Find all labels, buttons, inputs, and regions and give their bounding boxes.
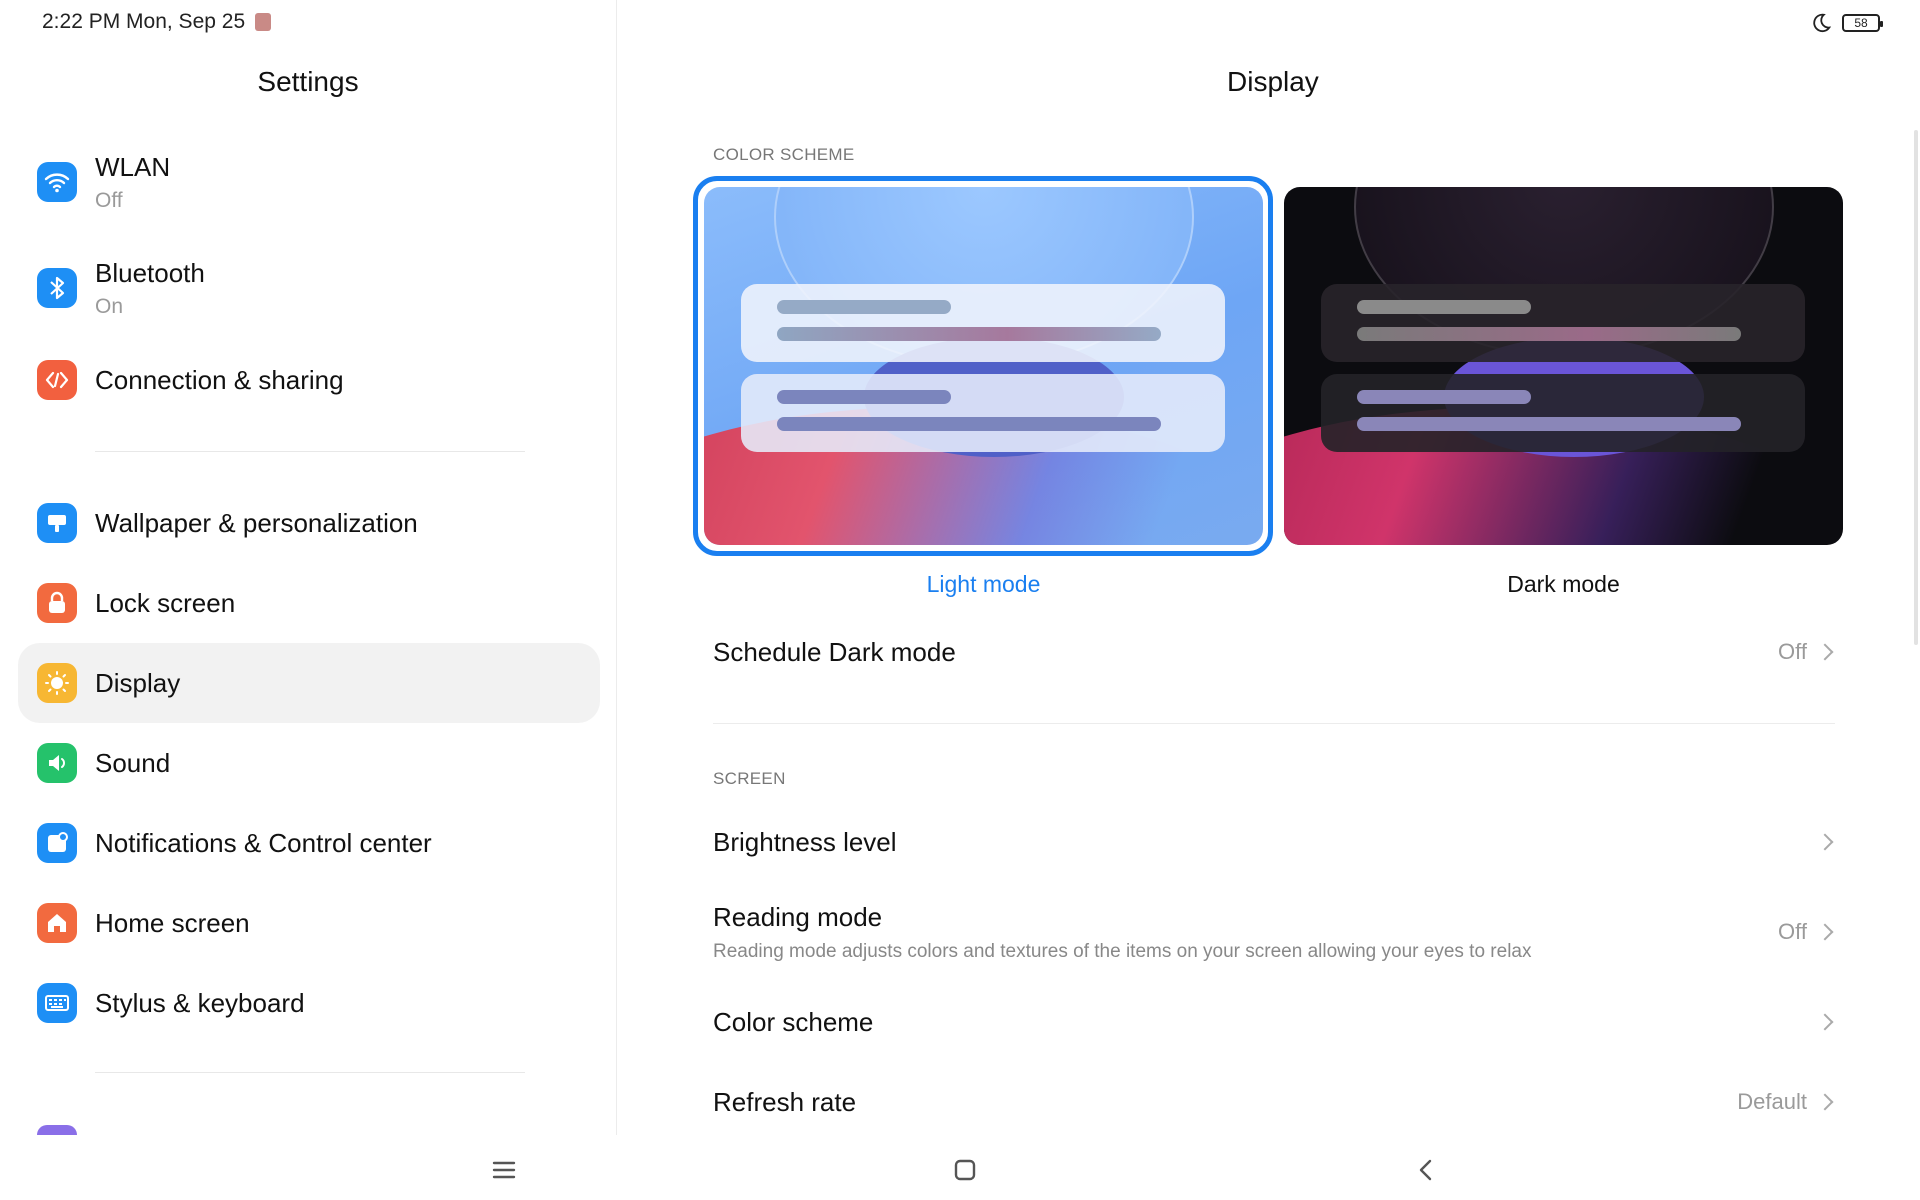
preview-line bbox=[1357, 300, 1531, 314]
nav-menu-button[interactable] bbox=[489, 1155, 519, 1185]
reading-mode-description: Reading mode adjusts colors and textures… bbox=[713, 940, 1532, 962]
sidebar-item-bluetooth[interactable]: Bluetooth On bbox=[18, 248, 600, 328]
home-square-icon bbox=[954, 1159, 976, 1181]
reading-mode-row[interactable]: Reading mode Reading mode adjusts colors… bbox=[713, 900, 1835, 964]
sidebar-item-text: Bluetooth On bbox=[95, 258, 205, 319]
nav-back-button[interactable] bbox=[1411, 1155, 1441, 1185]
connection-icon bbox=[37, 360, 77, 400]
section-label-color-scheme: COLOR SCHEME bbox=[713, 145, 855, 164]
section-divider bbox=[713, 723, 1835, 724]
wallpaper-icon bbox=[37, 503, 77, 543]
sidebar-item-label: Home screen bbox=[95, 907, 250, 938]
brightness-level-row[interactable]: Brightness level bbox=[713, 822, 1835, 862]
preview-line bbox=[1357, 327, 1741, 341]
color-scheme-title: Color scheme bbox=[713, 1006, 874, 1037]
refresh-rate-row[interactable]: Refresh rate Default bbox=[713, 1082, 1835, 1122]
sidebar-item-text: Notifications & Control center bbox=[95, 828, 432, 859]
chevron-right-icon bbox=[1816, 1093, 1834, 1111]
sidebar-item-text: WLAN Off bbox=[95, 152, 170, 213]
sidebar-item-sublabel: On bbox=[95, 294, 124, 318]
sidebar-item-text: Sound bbox=[95, 748, 170, 779]
sidebar-item-stylus-keyboard[interactable]: Stylus & keyboard bbox=[18, 963, 600, 1043]
reading-mode-value: Off bbox=[1778, 919, 1807, 944]
sidebar-item-label: Notifications & Control center bbox=[95, 827, 432, 858]
sidebar-item-lock-screen[interactable]: Lock screen bbox=[18, 563, 600, 643]
back-chevron-icon bbox=[1419, 1159, 1432, 1181]
settings-sidebar: Settings WLAN Off Bluetooth On Connectio… bbox=[0, 0, 617, 1135]
sidebar-item-home-screen[interactable]: Home screen bbox=[18, 883, 600, 963]
chevron-right-icon bbox=[1816, 1013, 1834, 1031]
sidebar-divider bbox=[95, 1072, 525, 1073]
notifications-icon bbox=[37, 823, 77, 863]
sidebar-item-text: Display bbox=[95, 668, 180, 699]
refresh-rate-title: Refresh rate bbox=[713, 1086, 857, 1117]
speaker-icon bbox=[37, 743, 77, 783]
preview-card-bottom bbox=[1321, 374, 1805, 452]
sidebar-item-text: Connection & sharing bbox=[95, 365, 344, 396]
sidebar-item-text: Stylus & keyboard bbox=[95, 988, 305, 1019]
sidebar-item-label: Stylus & keyboard bbox=[95, 987, 305, 1018]
schedule-dark-mode-title: Schedule Dark mode bbox=[713, 636, 956, 667]
status-bar-right: 58 bbox=[1810, 12, 1883, 34]
schedule-dark-mode-row[interactable]: Schedule Dark mode Off bbox=[713, 632, 1835, 672]
light-mode-selection-ring bbox=[693, 176, 1273, 556]
sun-icon bbox=[37, 663, 77, 703]
battery-level: 58 bbox=[1854, 16, 1868, 30]
row-value-group bbox=[1816, 833, 1835, 851]
row-value-group: Off bbox=[1778, 919, 1835, 945]
dark-mode-label[interactable]: Dark mode bbox=[1284, 571, 1843, 598]
sidebar-item-wlan[interactable]: WLAN Off bbox=[18, 142, 600, 222]
row-value-group: Off bbox=[1778, 639, 1835, 665]
chevron-right-icon bbox=[1816, 643, 1834, 661]
sidebar-item-sound[interactable]: Sound bbox=[18, 723, 600, 803]
sidebar-item-wallpaper[interactable]: Wallpaper & personalization bbox=[18, 483, 600, 563]
sidebar-item-connection-sharing[interactable]: Connection & sharing bbox=[18, 340, 600, 420]
bluetooth-icon bbox=[37, 268, 77, 308]
sidebar-item-label: Connection & sharing bbox=[95, 364, 344, 395]
sidebar-item-text: Lock screen bbox=[95, 588, 235, 619]
reading-mode-title: Reading mode bbox=[713, 901, 883, 932]
row-value-group: Default bbox=[1737, 1089, 1835, 1115]
do-not-disturb-moon-icon bbox=[1813, 13, 1832, 33]
color-scheme-row[interactable]: Color scheme bbox=[713, 1002, 1835, 1042]
wifi-icon bbox=[37, 162, 77, 202]
refresh-rate-value: Default bbox=[1737, 1089, 1807, 1114]
sidebar-item-label: Lock screen bbox=[95, 587, 236, 618]
section-label-screen: SCREEN bbox=[713, 769, 786, 788]
light-mode-label[interactable]: Light mode bbox=[704, 571, 1263, 598]
menu-icon bbox=[492, 1161, 516, 1179]
sidebar-item-text: Wallpaper & personalization bbox=[95, 508, 418, 539]
scrollbar[interactable] bbox=[1914, 130, 1918, 645]
row-value-group bbox=[1816, 1013, 1835, 1031]
dark-mode-preview[interactable] bbox=[1284, 187, 1843, 545]
partially-visible-icon[interactable] bbox=[37, 1125, 77, 1135]
sidebar-item-text: Home screen bbox=[95, 908, 250, 939]
sidebar-item-label: Bluetooth bbox=[95, 257, 205, 288]
sidebar-item-label: Display bbox=[95, 667, 181, 698]
page-title: Display bbox=[1227, 66, 1319, 97]
home-icon bbox=[37, 903, 77, 943]
nav-home-button[interactable] bbox=[950, 1155, 980, 1185]
sidebar-item-label: Wallpaper & personalization bbox=[95, 507, 418, 538]
sidebar-divider bbox=[95, 451, 525, 452]
preview-card-top bbox=[1321, 284, 1805, 362]
brightness-level-title: Brightness level bbox=[713, 826, 897, 857]
sidebar-item-display[interactable]: Display bbox=[18, 643, 600, 723]
preview-line bbox=[1357, 417, 1741, 431]
chevron-right-icon bbox=[1816, 923, 1834, 941]
battery-icon: 58 bbox=[1842, 14, 1883, 32]
reading-mode-text: Reading mode Reading mode adjusts colors… bbox=[713, 902, 1531, 963]
sidebar-item-sublabel: Off bbox=[95, 188, 123, 212]
sidebar-item-notifications[interactable]: Notifications & Control center bbox=[18, 803, 600, 883]
preview-line bbox=[1357, 390, 1531, 404]
schedule-dark-mode-value: Off bbox=[1778, 639, 1807, 664]
lock-icon bbox=[37, 583, 77, 623]
sidebar-item-label: Sound bbox=[95, 747, 171, 778]
sidebar-title: Settings bbox=[257, 66, 359, 97]
chevron-right-icon bbox=[1816, 833, 1834, 851]
keyboard-icon bbox=[37, 983, 77, 1023]
sidebar-item-label: WLAN bbox=[95, 151, 171, 182]
